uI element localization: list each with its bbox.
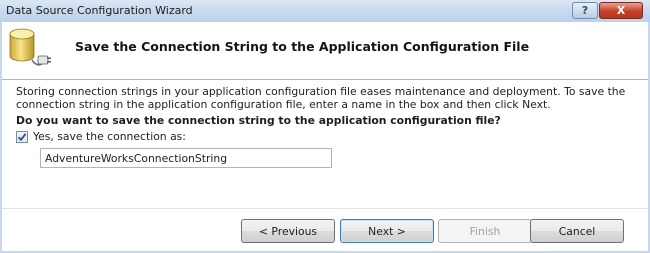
wizard-header: Save the Connection String to the Applic… [2,22,648,79]
help-button[interactable]: ? [572,2,598,19]
next-button[interactable]: Next > [340,219,434,243]
save-connection-label: Yes, save the connection as: [33,130,186,143]
close-button[interactable]: X [599,2,643,19]
close-icon: X [616,4,626,17]
connection-name-input[interactable] [40,148,332,168]
cancel-button[interactable]: Cancel [530,219,624,243]
title-bar-buttons: ? X [572,2,643,19]
help-icon: ? [581,4,589,17]
previous-button[interactable]: < Previous [241,219,335,243]
page-title: Save the Connection String to the Applic… [75,39,530,54]
database-plug-icon [9,28,51,66]
save-connection-option[interactable]: Yes, save the connection as: [16,130,186,143]
footer-divider [2,208,648,209]
finish-button[interactable]: Finish [438,219,532,243]
save-question: Do you want to save the connection strin… [16,114,501,127]
wizard-window: Data Source Configuration Wizard ? X Sav… [0,0,650,253]
description-text: Storing connection strings in your appli… [16,85,626,111]
save-connection-checkbox[interactable] [16,130,28,143]
header-divider [2,79,648,80]
window-title: Data Source Configuration Wizard [6,4,193,17]
title-bar[interactable]: Data Source Configuration Wizard ? X [0,0,650,22]
checkmark-icon [17,132,27,141]
wizard-content: Save the Connection String to the Applic… [2,22,648,251]
